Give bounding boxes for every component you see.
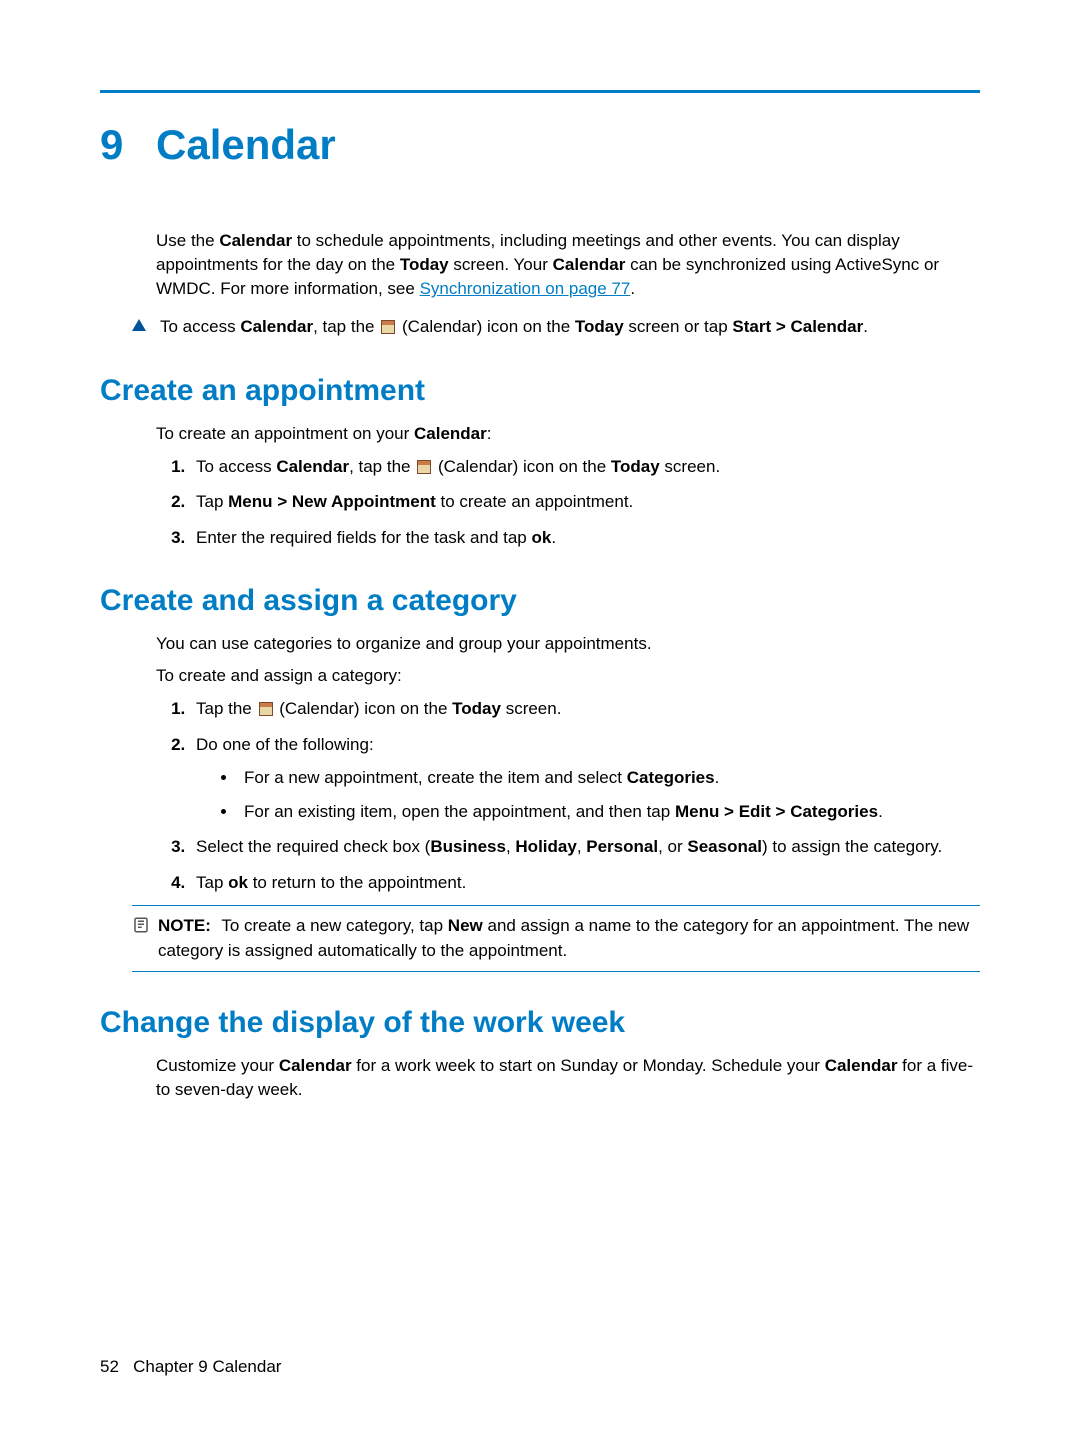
- text: To create and assign a category:: [156, 664, 980, 688]
- bold: Today: [575, 317, 624, 336]
- access-instruction: To access Calendar, tap the (Calendar) i…: [132, 315, 980, 339]
- text: ) to assign the category.: [762, 837, 942, 856]
- s1-steps: To access Calendar, tap the (Calendar) i…: [156, 454, 980, 551]
- bold: ok: [531, 528, 551, 547]
- bold: Calendar: [240, 317, 313, 336]
- text: to create an appointment.: [436, 492, 634, 511]
- sub-bullets: For a new appointment, create the item a…: [218, 765, 980, 824]
- list-item: Enter the required fields for the task a…: [190, 525, 980, 551]
- text: .: [863, 317, 868, 336]
- s2-intro: You can use categories to organize and g…: [156, 632, 980, 688]
- heading-create-category: Create and assign a category: [100, 584, 980, 618]
- text: To create a new category, tap: [221, 916, 447, 935]
- text: Customize your: [156, 1056, 279, 1075]
- text: Enter the required fields for the task a…: [196, 528, 531, 547]
- text: .: [551, 528, 556, 547]
- text: screen.: [501, 699, 561, 718]
- list-item: Tap ok to return to the appointment.: [190, 870, 980, 896]
- bold: Categories: [627, 768, 715, 787]
- text: :: [487, 424, 492, 443]
- list-item: To access Calendar, tap the (Calendar) i…: [190, 454, 980, 480]
- text: For an existing item, open the appointme…: [244, 802, 675, 821]
- text: to return to the appointment.: [248, 873, 466, 892]
- bold: Calendar: [553, 255, 626, 274]
- text: , tap the: [349, 457, 415, 476]
- bold: Calendar: [825, 1056, 898, 1075]
- intro-paragraph: Use the Calendar to schedule appointment…: [156, 229, 980, 301]
- page-number: 52: [100, 1357, 119, 1376]
- page-footer: 52 Chapter 9 Calendar: [100, 1357, 281, 1377]
- chapter-number: 9: [100, 121, 156, 169]
- text: .: [630, 279, 635, 298]
- text: ,: [506, 837, 515, 856]
- note-label: NOTE:: [158, 916, 211, 935]
- bold: Personal: [586, 837, 658, 856]
- text: .: [715, 768, 720, 787]
- text: Tap the: [196, 699, 257, 718]
- heading-create-appointment: Create an appointment: [100, 374, 980, 408]
- bold: Calendar: [219, 231, 292, 250]
- bold: Today: [611, 457, 660, 476]
- bold: Calendar: [279, 1056, 352, 1075]
- chapter-title: 9Calendar: [100, 121, 980, 169]
- bold: New: [448, 916, 483, 935]
- bold: ok: [228, 873, 248, 892]
- text: To create an appointment on your: [156, 424, 414, 443]
- list-item: For an existing item, open the appointme…: [238, 799, 980, 825]
- top-rule: [100, 90, 980, 93]
- list-item: Tap Menu > New Appointment to create an …: [190, 489, 980, 515]
- text: Tap: [196, 873, 228, 892]
- text: For a new appointment, create the item a…: [244, 768, 627, 787]
- heading-change-display: Change the display of the work week: [100, 1006, 980, 1040]
- text: screen or tap: [624, 317, 733, 336]
- bold: Calendar: [414, 424, 487, 443]
- text: To access: [196, 457, 276, 476]
- bold: Menu > New Appointment: [228, 492, 436, 511]
- bold: Business: [430, 837, 506, 856]
- s1-lead: To create an appointment on your Calenda…: [156, 422, 980, 446]
- text: You can use categories to organize and g…: [156, 632, 980, 656]
- bold: Menu > Edit > Categories: [675, 802, 878, 821]
- bold: Today: [400, 255, 449, 274]
- text: , or: [658, 837, 687, 856]
- calendar-icon: [417, 460, 431, 474]
- text: Select the required check box (: [196, 837, 430, 856]
- footer-chapter: Chapter 9 Calendar: [133, 1357, 281, 1376]
- bold: Holiday: [515, 837, 576, 856]
- chapter-name: Calendar: [156, 121, 336, 168]
- bold: Seasonal: [687, 837, 762, 856]
- bold: Start > Calendar: [732, 317, 863, 336]
- text: To access: [160, 317, 240, 336]
- text: (Calendar) icon on the: [397, 317, 575, 336]
- s3-paragraph: Customize your Calendar for a work week …: [156, 1054, 980, 1102]
- text: (Calendar) icon on the: [433, 457, 611, 476]
- text: .: [878, 802, 883, 821]
- text: Do one of the following:: [196, 735, 374, 754]
- note-icon: [132, 916, 150, 934]
- bold: Today: [452, 699, 501, 718]
- text: Use the: [156, 231, 219, 250]
- list-item: Tap the (Calendar) icon on the Today scr…: [190, 696, 980, 722]
- list-item: For a new appointment, create the item a…: [238, 765, 980, 791]
- text: , tap the: [313, 317, 379, 336]
- link-synchronization[interactable]: Synchronization on page 77: [420, 279, 631, 298]
- s2-steps: Tap the (Calendar) icon on the Today scr…: [156, 696, 980, 895]
- calendar-icon: [381, 320, 395, 334]
- text: for a work week to start on Sunday or Mo…: [352, 1056, 825, 1075]
- text: screen.: [660, 457, 720, 476]
- triangle-icon: [132, 319, 146, 331]
- text: screen. Your: [449, 255, 553, 274]
- text: ,: [577, 837, 586, 856]
- calendar-icon: [259, 702, 273, 716]
- bold: Calendar: [276, 457, 349, 476]
- list-item: Select the required check box (Business,…: [190, 834, 980, 860]
- text: (Calendar) icon on the: [275, 699, 453, 718]
- list-item: Do one of the following: For a new appoi…: [190, 732, 980, 825]
- note-box: NOTE: To create a new category, tap New …: [132, 905, 980, 971]
- text: Tap: [196, 492, 228, 511]
